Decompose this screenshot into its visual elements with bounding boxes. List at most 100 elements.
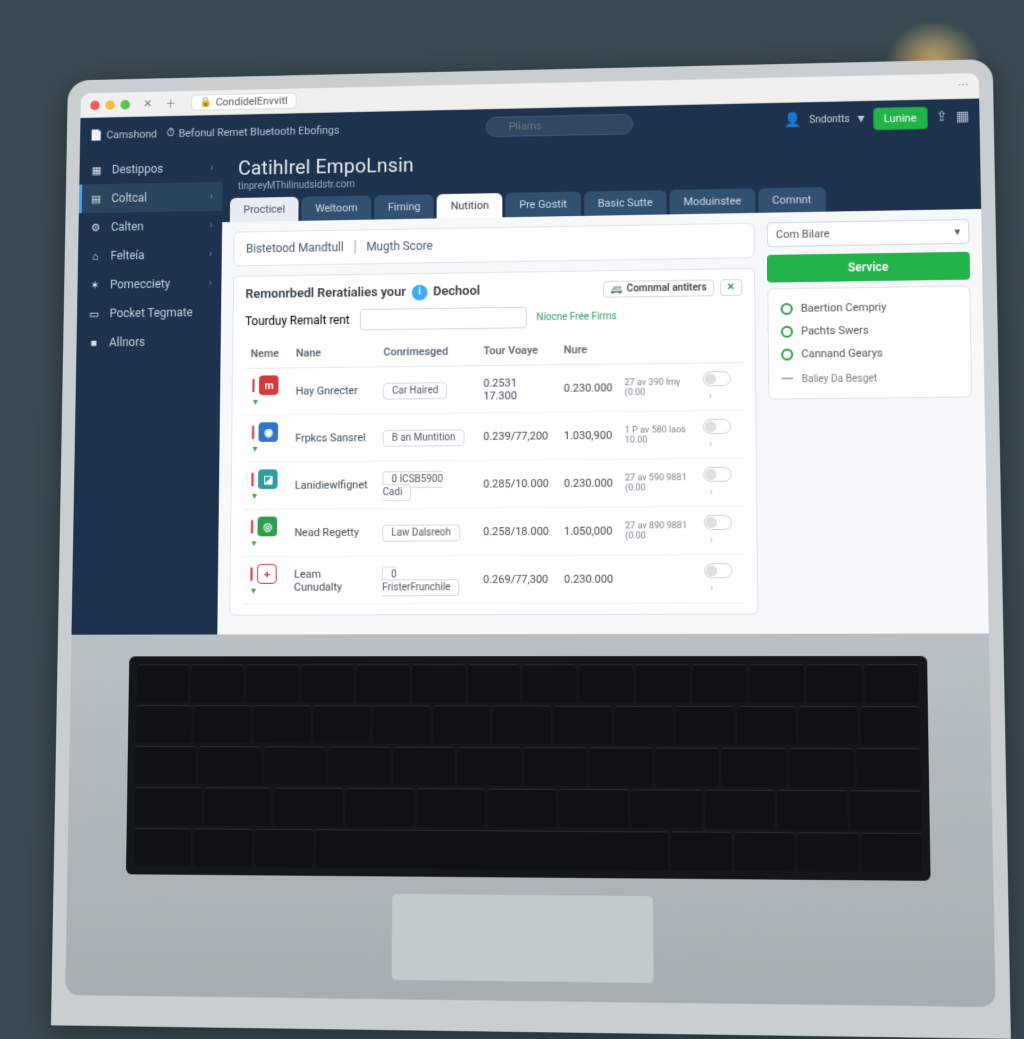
table-row[interactable]: ┃ ◪▾Lanidiewlfignet0 ICSB5900 Cadi0.285/… bbox=[243, 458, 744, 509]
row-tag-button[interactable]: Car Haired bbox=[383, 382, 447, 399]
window-minimize-icon[interactable] bbox=[105, 100, 115, 110]
radio-icon bbox=[781, 325, 793, 337]
row-tag-button[interactable]: Law Dalsreoh bbox=[382, 524, 459, 541]
sidebar-item-pomecciety[interactable]: ✶Pomecciety› bbox=[77, 268, 221, 299]
sidebar-item-calten[interactable]: ⚙Calten› bbox=[78, 211, 222, 242]
sidebar-item-label: Pocket Tegmate bbox=[109, 306, 192, 321]
options-panel: Baertion Cempriy Pachts Swers Cannand Ge… bbox=[767, 286, 972, 400]
row-meta: 1 P av 580 laos 10.00 bbox=[619, 411, 697, 459]
col-neme[interactable]: Neme bbox=[245, 339, 291, 368]
radio-icon bbox=[781, 348, 793, 360]
row-tag-button[interactable]: 0 FristerFrunchile bbox=[382, 566, 459, 596]
row-tag-button[interactable]: B an Muntition bbox=[383, 429, 464, 446]
tab-moduinstee[interactable]: Moduinstee bbox=[669, 188, 755, 214]
chevron-right-icon: › bbox=[210, 162, 213, 173]
info-icon[interactable]: i bbox=[412, 284, 428, 300]
tab-comnnt[interactable]: Comnnt bbox=[758, 187, 825, 213]
row-value-1: 0.258/18.000 bbox=[477, 507, 558, 555]
chevron-right-icon[interactable]: › bbox=[710, 581, 713, 594]
row-toggle[interactable] bbox=[703, 467, 731, 482]
row-toggle[interactable] bbox=[702, 371, 730, 386]
reco-title: Remonrbedl Reratialies your bbox=[245, 285, 405, 302]
breadcrumb[interactable]: ⏱ Befonul Remet Bluetooth Ebofings bbox=[166, 123, 339, 140]
table-row[interactable]: ┃ ◉▾Frpkcs SansrelB an Muntition0.239/77… bbox=[244, 410, 744, 462]
global-search-input[interactable] bbox=[486, 113, 634, 136]
screen: ✕ ＋ 🔒 CondidelEnvvitl ⋯ 📄 Camshond ⏱ Bef… bbox=[71, 73, 988, 635]
row-value-2: 1.030,900 bbox=[558, 412, 619, 460]
user-label: Sndontts bbox=[809, 114, 849, 126]
row-value-2: 1.050,000 bbox=[558, 507, 619, 555]
tab-firning[interactable]: Firning bbox=[374, 194, 434, 219]
chip-close[interactable]: ✕ bbox=[720, 279, 743, 296]
address-bar[interactable]: 🔒 CondidelEnvvitl bbox=[191, 92, 296, 111]
share-icon[interactable]: ⇪ bbox=[936, 109, 948, 125]
chevron-right-icon[interactable]: › bbox=[708, 389, 711, 402]
col-nure[interactable]: Nure bbox=[558, 335, 619, 365]
col-conrimesged[interactable]: Conrimesged bbox=[377, 337, 477, 367]
row-toggle[interactable] bbox=[704, 563, 733, 578]
filter-hint: Niocne Frée Firms bbox=[536, 311, 616, 323]
window-close-icon[interactable] bbox=[90, 100, 100, 110]
sidebar-item-felteia[interactable]: ⌂Felteía› bbox=[78, 240, 222, 271]
browser-menu-icon[interactable]: ⋯ bbox=[957, 79, 968, 92]
row-toggle[interactable] bbox=[703, 419, 731, 434]
search-wrap: 🔍 bbox=[486, 113, 634, 136]
tab-basic-sutte[interactable]: Basic Sutte bbox=[584, 190, 667, 216]
folder-icon: ▭ bbox=[86, 306, 102, 322]
breadcrumb[interactable]: 📄 Camshond bbox=[90, 127, 158, 141]
chevron-right-icon: › bbox=[209, 278, 212, 289]
chevron-down-icon: ▾ bbox=[954, 225, 960, 238]
sidebar-item-pocket-tegmate[interactable]: ▭ Pocket Tegmate bbox=[77, 297, 221, 328]
col-tour-voaye[interactable]: Tour Voaye bbox=[478, 336, 558, 366]
row-toggle[interactable] bbox=[703, 515, 731, 530]
new-tab-icon[interactable]: ＋ bbox=[165, 96, 176, 111]
table-row[interactable]: ┃ m▾Hay GnrecterCar Haired0.2531 17.3000… bbox=[244, 363, 743, 416]
row-value-1: 0.239/77,200 bbox=[477, 412, 557, 460]
score-label-a: Bistetood Mandtull bbox=[246, 240, 344, 255]
sidebar-item-label: Destippos bbox=[112, 162, 164, 176]
row-value-2: 0.230.000 bbox=[558, 459, 619, 507]
header-cta-button[interactable]: Lunine bbox=[873, 106, 928, 130]
sidebar-item-label: Allnors bbox=[109, 335, 145, 349]
option-label: Cannand Gearys bbox=[801, 346, 883, 360]
chevron-right-icon[interactable]: › bbox=[709, 533, 712, 546]
tab-procticel[interactable]: Procticel bbox=[230, 197, 299, 222]
reco-badge: Dechool bbox=[433, 284, 480, 299]
row-type-icon: ◎ bbox=[258, 517, 278, 537]
chevron-right-icon[interactable]: › bbox=[709, 485, 712, 498]
tab-weltoom[interactable]: Weltoom bbox=[301, 195, 371, 220]
home-icon: ⌂ bbox=[87, 248, 103, 264]
option-row[interactable]: Pachts Swers bbox=[779, 318, 960, 343]
radio-icon bbox=[781, 302, 793, 314]
option-row[interactable]: Cannand Gearys bbox=[779, 341, 960, 366]
window-zoom-icon[interactable] bbox=[120, 99, 130, 109]
row-meta bbox=[619, 555, 698, 604]
sidebar-item-label: Calten bbox=[111, 220, 144, 234]
tab-close-icon[interactable]: ✕ bbox=[143, 98, 152, 111]
filter-select[interactable]: Com Bilare ▾ bbox=[767, 219, 970, 247]
table-row[interactable]: ┃ ◎▾Nead RegettyLaw Dalsreoh0.258/18.000… bbox=[243, 506, 745, 556]
service-button[interactable]: Service bbox=[767, 252, 970, 283]
table-row[interactable]: ┃ +▾Leam Cunudalty0 FristerFrunchile0.26… bbox=[242, 555, 745, 605]
chevron-down-icon[interactable]: ▾ bbox=[858, 111, 865, 127]
reco-panel: Remonrbedl Reratialies your i Dechool 🚐C… bbox=[229, 268, 758, 616]
breadcrumb-label: Camshond bbox=[106, 127, 157, 140]
tab-pre-gostit[interactable]: Pre Gostit bbox=[505, 192, 580, 218]
chevron-right-icon: › bbox=[209, 249, 212, 260]
user-icon[interactable]: 👤 bbox=[784, 112, 802, 128]
filter-input[interactable] bbox=[359, 307, 526, 331]
sidebar-item-allnors[interactable]: ■Allnors bbox=[76, 326, 221, 357]
tab-nutition[interactable]: Nutition bbox=[437, 193, 503, 218]
grid-icon[interactable]: ▦ bbox=[956, 109, 970, 125]
results-table: Neme Nane Conrimesged Tour Voaye Nure ┃ … bbox=[242, 333, 745, 604]
breadcrumb-label: Befonul Remet Bluetooth Ebofings bbox=[179, 123, 340, 139]
sidebar-item-destippos[interactable]: ▦Destippos› bbox=[79, 153, 223, 184]
chevron-right-icon[interactable]: › bbox=[709, 437, 712, 450]
row-tag-button[interactable]: 0 ICSB5900 Cadi bbox=[383, 470, 443, 500]
col-nane[interactable]: Nane bbox=[290, 338, 378, 368]
row-type-icon: + bbox=[257, 564, 277, 584]
option-row[interactable]: Baertion Cempriy bbox=[778, 295, 959, 320]
sidebar-item-coltcal[interactable]: ▤Coltcal› bbox=[79, 182, 223, 213]
keyboard bbox=[126, 656, 931, 881]
chip-comment[interactable]: 🚐Comnmal antiters bbox=[603, 279, 713, 297]
